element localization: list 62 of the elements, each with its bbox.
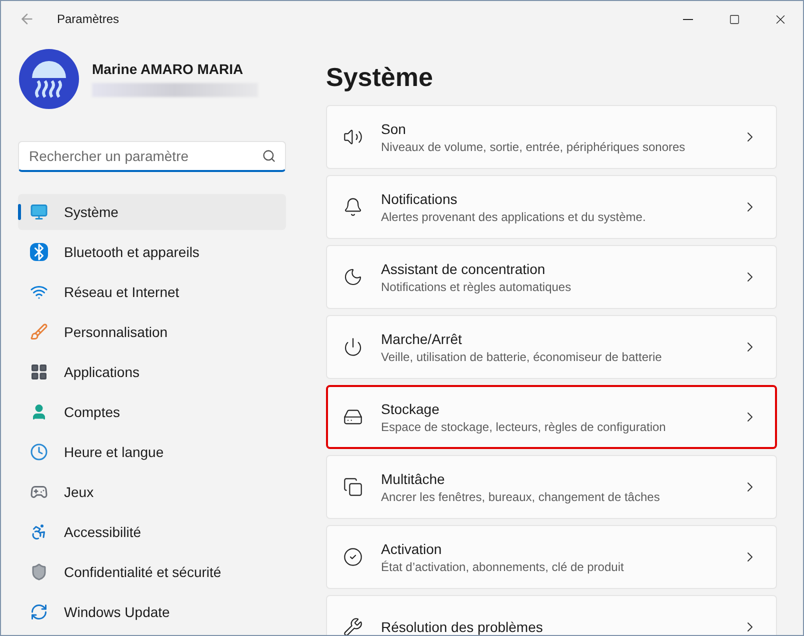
card-subtitle: Espace de stockage, lecteurs, règles de configuration [381,420,667,434]
minimize-icon [683,18,693,20]
apps-icon [30,363,48,381]
gamepad-icon [30,483,48,501]
accessibility-icon [30,523,48,541]
user-icon [30,403,48,421]
back-icon[interactable] [19,11,35,27]
bell-icon [343,197,363,217]
card-title: Activation [381,540,443,556]
sidebar-item[interactable]: Réseau et Internet [18,274,286,310]
card-subtitle: État d’activation, abonnements, clé de produit [381,560,625,574]
clock-icon [30,443,48,461]
brush-icon [30,323,48,341]
sidebar-item[interactable]: Applications [18,354,286,390]
page-heading: Système [326,61,434,93]
drive-icon [343,407,363,427]
sidebar-item[interactable]: Confidentialité et sécurité [18,554,286,590]
sidebar-item[interactable]: Jeux [18,474,286,510]
card-title: Stockage [381,400,440,416]
sidebar-item[interactable]: Windows Update [18,594,286,630]
check-circle-icon [343,547,363,567]
card-subtitle: Niveaux de volume, sortie, entrée, périphériques sonores [381,140,686,154]
card-title: Notifications [381,190,458,206]
settings-card[interactable]: Multitâche Ancrer les fenêtres, bureaux, changement de tâches [326,455,777,519]
wrench-icon [343,617,363,635]
card-title: Multitâche [381,470,446,486]
card-title: Marche/Arrêt [381,330,463,346]
selection-indicator [18,204,21,220]
settings-card[interactable]: Notifications Alertes provenant des applications et du système. [326,175,777,239]
card-title: Résolution des problèmes [381,619,544,635]
search-field[interactable]: Rechercher un paramètre [18,141,286,172]
bluetooth-icon [30,243,48,261]
card-subtitle: Notifications et règles automatiques [381,280,572,294]
sidebar-item[interactable]: Accessibilité [18,514,286,550]
wifi-icon [30,283,48,301]
sidebar-item[interactable]: Comptes [18,394,286,430]
shield-icon [30,563,48,581]
card-title: Son [381,120,407,136]
avatar-icon [18,48,80,110]
search-icon[interactable] [262,149,276,163]
settings-card[interactable]: Assistant de concentration Notifications et règles automatiques [326,245,777,309]
window-title: Paramètres [57,12,120,26]
card-subtitle: Veille, utilisation de batterie, économiseur de batterie [381,350,663,364]
refresh-icon [30,603,48,621]
sidebar-item[interactable]: Système [18,194,286,230]
settings-card[interactable]: Activation État d’activation, abonnements, clé de produit [326,525,777,589]
settings-card[interactable]: Résolution des problèmes [326,595,777,635]
monitor-icon [30,203,48,221]
card-subtitle: Ancrer les fenêtres, bureaux, changement de tâches [381,490,661,504]
settings-card[interactable]: Marche/Arrêt Veille, utilisation de batterie, économiseur de batterie [326,315,777,379]
settings-card[interactable]: Son Niveaux de volume, sortie, entrée, périphériques sonores [326,105,777,169]
sidebar-item[interactable]: Heure et langue [18,434,286,470]
sidebar-item[interactable]: Personnalisation [18,314,286,350]
user-name: Marine AMARO MARIA [92,61,244,77]
card-title: Assistant de concentration [381,260,546,276]
card-subtitle: Alertes provenant des applications et du système. [381,210,647,224]
settings-card[interactable]: Stockage Espace de stockage, lecteurs, règles de configuration [326,385,777,449]
sidebar-item[interactable]: Bluetooth et appareils [18,234,286,270]
moon-icon [343,267,363,287]
speaker-icon [343,127,363,147]
power-icon [343,337,363,357]
maximize-icon [728,14,740,24]
